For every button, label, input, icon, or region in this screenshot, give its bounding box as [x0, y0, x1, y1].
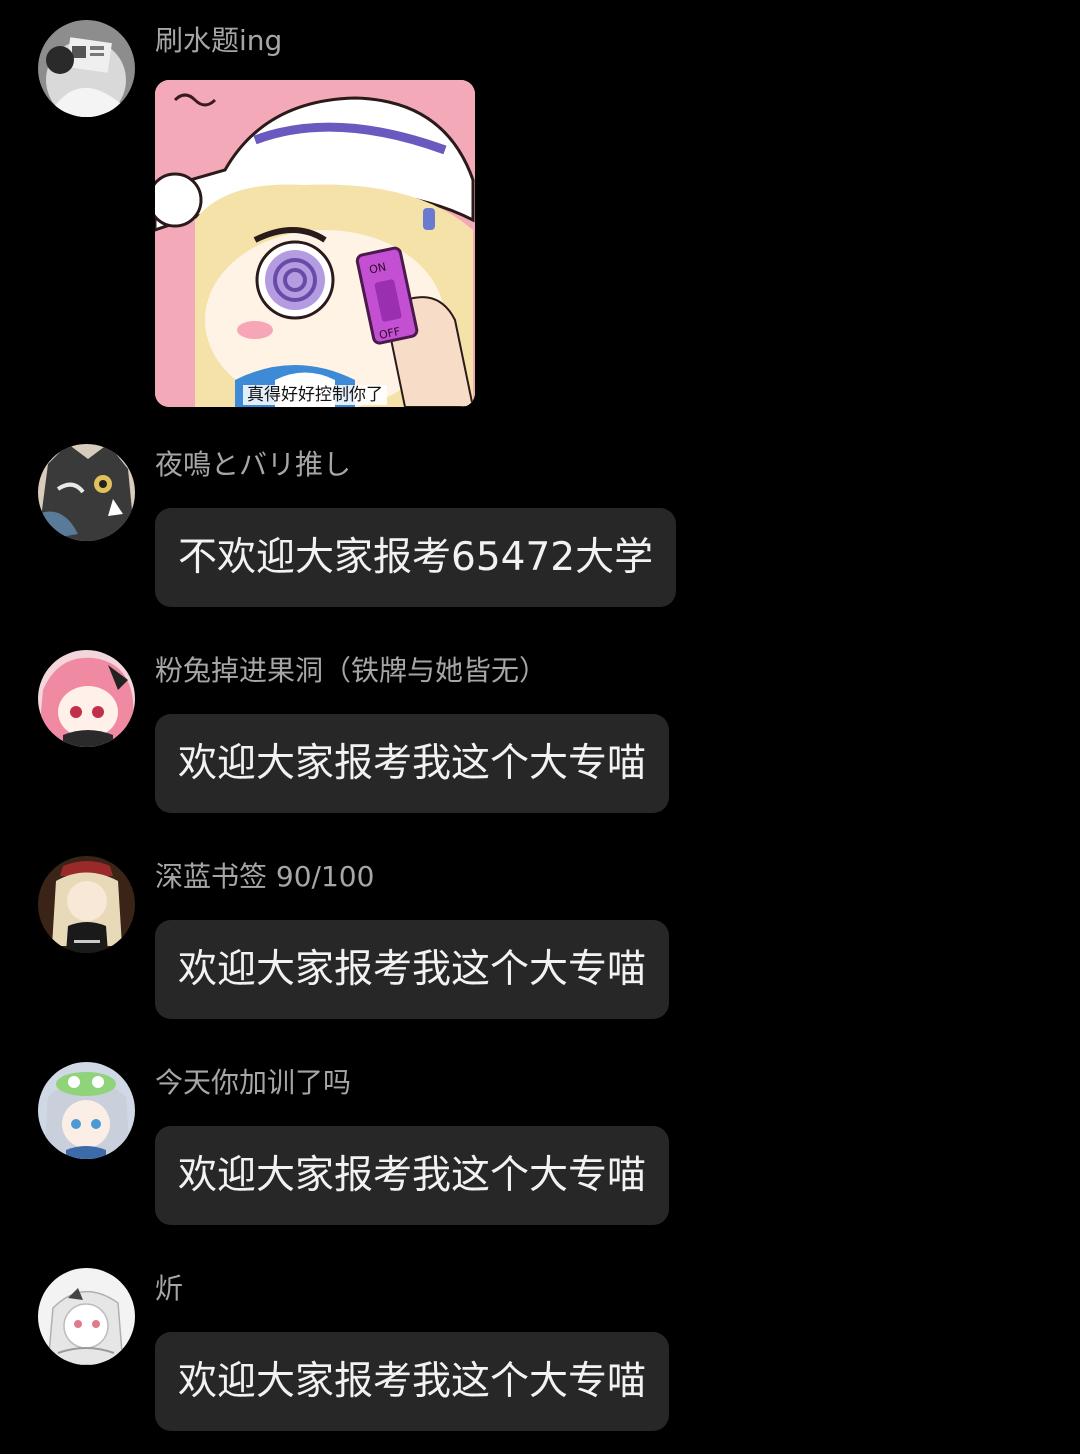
- message-bubble[interactable]: 不欢迎大家报考65472大学: [155, 508, 677, 607]
- message-bubble[interactable]: 欢迎大家报考我这个大专喵: [155, 1332, 670, 1431]
- silver-hair-frog-hat-girl-avatar: [38, 1062, 135, 1159]
- message-bubble[interactable]: 欢迎大家报考我这个大专喵: [155, 1126, 670, 1225]
- message-bubble[interactable]: 欢迎大家报考我这个大专喵: [155, 920, 670, 1019]
- sender-name: 刷水题ing: [155, 24, 283, 57]
- anime-girl-dizzy-switch-sticker: ON OFF: [155, 80, 475, 407]
- message-bubble[interactable]: 欢迎大家报考我这个大专喵: [155, 714, 670, 813]
- pink-hair-anime-girl-avatar: [38, 650, 135, 747]
- sticker-image[interactable]: ON OFF 真得好好控制你了: [155, 80, 475, 407]
- dark-dragon-avatar: [38, 444, 135, 541]
- sender-avatar[interactable]: [38, 20, 135, 117]
- sender-name: 深蓝书签 90/100: [155, 860, 375, 893]
- sender-avatar[interactable]: [38, 444, 135, 541]
- sticker-caption: 真得好好控制你了: [243, 385, 387, 405]
- sender-avatar[interactable]: [38, 1268, 135, 1365]
- sender-name: 炘: [155, 1272, 184, 1305]
- sender-avatar[interactable]: [38, 650, 135, 747]
- person-reading-newspaper-avatar: [38, 20, 135, 117]
- white-hair-sketch-girl-avatar: [38, 1268, 135, 1365]
- sender-name: 今天你加训了吗: [155, 1066, 352, 1099]
- blonde-anime-girl-avatar: [38, 856, 135, 953]
- sender-avatar[interactable]: [38, 856, 135, 953]
- sender-name: 粉兔掉进果洞（铁牌与她皆无）: [155, 654, 548, 687]
- sender-avatar[interactable]: [38, 1062, 135, 1159]
- sender-name: 夜鳴とバリ推し: [155, 448, 352, 481]
